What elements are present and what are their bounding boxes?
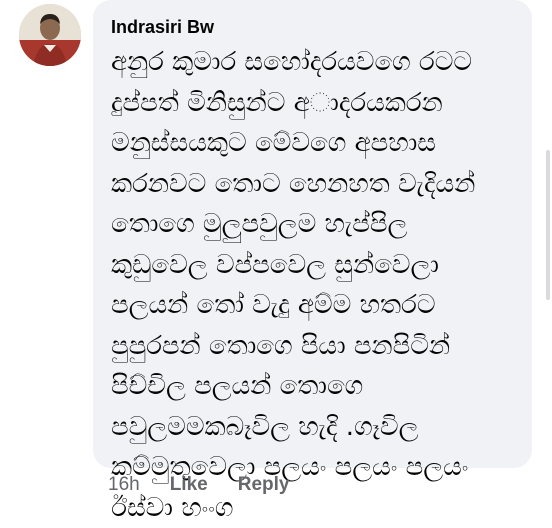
comment-bubble: Indrasiri Bw අනුර කුමාර සහෝදරයවගෙ රටට දු… xyxy=(93,0,532,468)
comment-author[interactable]: Indrasiri Bw xyxy=(111,16,516,38)
comment-body: අනුර කුමාර සහෝදරයවගෙ රටට දුප්පත් මිනිසුන… xyxy=(111,42,516,528)
reply-button[interactable]: Reply xyxy=(238,474,290,496)
like-button[interactable]: Like xyxy=(170,474,208,496)
comment-actions: 16h Like Reply xyxy=(108,474,289,496)
comment-line: තොගෙ මුලුපවුලම හැප්පිල xyxy=(111,204,516,245)
comment-line: කරනවට තොට හෙනහත වැදියන් xyxy=(111,164,516,205)
comment-line: අනුර කුමාර සහෝදරයවගෙ රටට xyxy=(111,42,516,83)
avatar[interactable] xyxy=(19,4,81,66)
comment-line: දුප්පත් මිනිසුන්ට අ◌ාදරයකරන xyxy=(111,83,516,124)
comment-line: පවුලමමකබෑවිල හැදි .ගෑවිල xyxy=(111,407,516,448)
comment-line: පලයන් තෝ වැදු අම්ම හතරට xyxy=(111,285,516,326)
comment-line: පුපුරපන් තොගෙ පියා පනපිටින් xyxy=(111,326,516,367)
comment-line: මනුස්සයකුට මේවගෙ අපහාස xyxy=(111,123,516,164)
comment-line: පිච්චිල පලයන් තොගෙ xyxy=(111,366,516,407)
scrollbar[interactable] xyxy=(546,150,550,300)
comment-line: කුඩුවෙල වප්පවෙල සුන්වෙලා xyxy=(111,245,516,286)
comment-timestamp[interactable]: 16h xyxy=(108,474,140,496)
